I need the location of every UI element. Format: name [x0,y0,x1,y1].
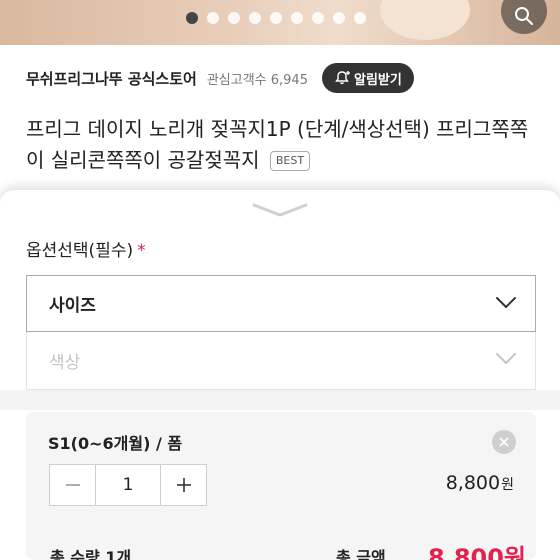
alarm-label: 알림받기 [353,72,402,88]
subscriber-count: 관심고객수 6,945 [206,72,308,88]
store-name[interactable]: 무쉬프리그나뚜 공식스토어 [26,68,197,89]
plus-icon [176,478,191,492]
chevron-down-icon [496,297,516,308]
carousel-dot[interactable] [186,12,198,24]
close-icon [499,437,509,447]
carousel-dot[interactable] [270,12,282,24]
order-summary: 총 수량 1개 총 금액 8,800원 [26,544,536,560]
item-price-value: 8,800 [445,472,501,494]
option-label: 옵션선택(필수) * [26,236,146,261]
product-title: 프리그 데이지 노리개 젖꼭지1P (단계/색상선택) 프리그쪽쪽이 실리콘쪽쪽… [26,114,536,176]
total-price-value: 8,800원 [428,544,526,560]
chevron-down-icon [496,353,516,364]
best-badge: BEST [269,151,311,171]
product-image [380,0,470,40]
sheet-handle[interactable] [252,202,308,222]
increase-quantity-button[interactable] [161,465,206,505]
search-icon [515,7,533,25]
remove-option-button[interactable] [492,430,516,454]
carousel-dot[interactable] [312,12,324,24]
carousel-dot[interactable] [333,12,345,24]
section-divider [0,390,560,410]
carousel-dot[interactable] [249,12,261,24]
chevron-down-icon [252,203,308,217]
store-info: 무쉬프리그나뚜 공식스토어 관심고객수 6,945 알림받기 [26,62,536,94]
required-mark: * [137,241,146,261]
size-select-label: 사이즈 [49,296,96,316]
carousel-dot[interactable] [291,12,303,24]
alarm-button[interactable]: 알림받기 [321,63,414,93]
total-quantity: 총 수량 1개 [50,548,132,560]
item-price: 8,800원 [446,472,514,494]
color-select[interactable]: 색상 [26,332,536,390]
bell-plus-icon [335,71,350,85]
image-search-button[interactable] [501,0,547,34]
product-image-carousel[interactable] [0,0,560,45]
carousel-indicator [186,12,366,24]
currency-label: 원 [501,477,514,493]
carousel-dot[interactable] [354,12,366,24]
color-select-label: 색상 [49,353,81,373]
quantity-stepper: 1 [49,464,207,506]
total-price-label: 총 금액 [336,548,386,560]
option-label-text: 옵션선택(필수) [26,241,134,261]
quantity-value[interactable]: 1 [95,465,161,505]
size-select[interactable]: 사이즈 [26,275,536,332]
carousel-dot[interactable] [228,12,240,24]
decrease-quantity-button[interactable] [50,465,95,505]
carousel-dot[interactable] [207,12,219,24]
option-sheet: 옵션선택(필수) * 사이즈 색상 S1(0~6개월) / 폼 1 8,800원… [0,190,560,560]
selected-option-name: S1(0~6개월) / 폼 [48,434,183,453]
minus-icon [65,484,80,486]
